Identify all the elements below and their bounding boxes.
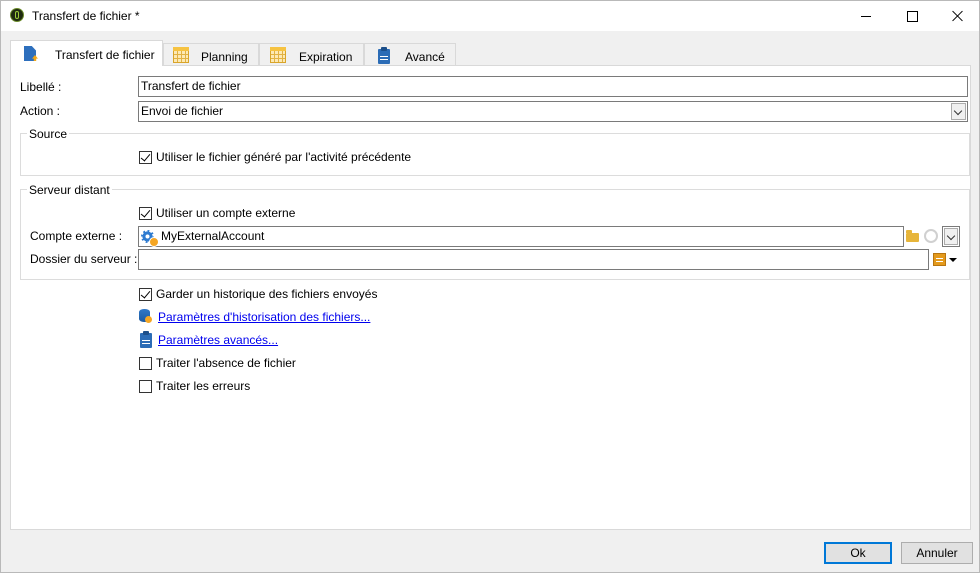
calendar-icon <box>270 47 286 63</box>
external-account-icon <box>141 229 159 247</box>
tab-transfert-de-fichier[interactable]: Transfert de fichier <box>10 40 163 66</box>
tab-expiration[interactable]: Expiration <box>259 43 364 65</box>
handle-missing-file-label: Traiter l'absence de fichier <box>156 356 296 370</box>
file-transfer-dialog: Transfert de fichier * Transfert de fich… <box>0 0 980 573</box>
close-icon <box>952 10 964 22</box>
action-select[interactable]: Envoi de fichier <box>138 101 968 122</box>
ok-button[interactable]: Ok <box>824 542 892 564</box>
use-external-account-checkbox[interactable] <box>139 207 152 220</box>
close-button[interactable] <box>935 1 980 31</box>
window-title: Transfert de fichier * <box>32 9 140 23</box>
external-account-label: Compte externe : <box>30 229 123 243</box>
tab-planning[interactable]: Planning <box>163 43 259 65</box>
advanced-params-link[interactable]: Paramètres avancés... <box>158 333 278 347</box>
badge-icon <box>149 237 159 247</box>
tab-label: Transfert de fichier <box>55 48 155 62</box>
handle-missing-file-checkbox[interactable] <box>139 357 152 370</box>
handle-errors-checkbox[interactable] <box>139 380 152 393</box>
insert-variable-icon[interactable] <box>933 253 946 266</box>
source-group-title: Source <box>27 127 70 141</box>
keep-history-label: Garder un historique des fichiers envoyé… <box>156 287 378 301</box>
app-logo-icon <box>10 8 24 22</box>
clipboard-icon <box>378 47 390 64</box>
tab-avance[interactable]: Avancé <box>364 43 456 65</box>
action-dropdown-button[interactable] <box>951 103 966 120</box>
clipboard-icon <box>140 331 152 348</box>
chevron-down-icon <box>946 231 956 241</box>
tab-label: Planning <box>201 50 248 64</box>
tab-panel: Libellé : Transfert de fichier Action : … <box>10 65 971 530</box>
libelle-input[interactable]: Transfert de fichier <box>138 76 968 97</box>
minimize-button[interactable] <box>843 1 889 31</box>
use-previous-file-label: Utiliser le fichier généré par l'activit… <box>156 150 412 164</box>
disabled-link-icon <box>924 229 938 243</box>
action-select-value: Envoi de fichier <box>141 104 224 118</box>
tab-label: Expiration <box>299 50 353 64</box>
caret-down-icon[interactable] <box>949 258 957 262</box>
minimize-icon <box>861 15 871 17</box>
maximize-button[interactable] <box>889 1 935 31</box>
server-folder-label: Dossier du serveur : <box>30 252 138 266</box>
server-folder-input[interactable] <box>138 249 929 270</box>
title-bar: Transfert de fichier * <box>1 1 979 31</box>
maximize-icon <box>906 10 918 22</box>
history-params-link[interactable]: Paramètres d'historisation des fichiers.… <box>158 310 370 324</box>
handle-errors-label: Traiter les erreurs <box>156 379 251 393</box>
external-account-field[interactable]: MyExternalAccount <box>138 226 904 247</box>
use-external-account-label: Utiliser un compte externe <box>156 206 296 220</box>
external-account-value: MyExternalAccount <box>161 229 265 243</box>
action-label: Action : <box>20 104 61 118</box>
calendar-icon <box>173 47 189 63</box>
history-settings-icon <box>139 309 152 323</box>
cancel-button[interactable]: Annuler <box>901 542 973 564</box>
libelle-label: Libellé : <box>20 80 62 94</box>
use-previous-file-checkbox[interactable] <box>139 151 152 164</box>
chevron-down-icon <box>953 106 963 116</box>
keep-history-checkbox[interactable] <box>139 288 152 301</box>
folder-icon[interactable] <box>906 230 919 242</box>
tab-label: Avancé <box>405 50 445 64</box>
remote-server-group-title: Serveur distant <box>27 183 112 197</box>
account-dropdown-button[interactable] <box>944 228 958 245</box>
account-dropdown[interactable] <box>942 226 960 247</box>
